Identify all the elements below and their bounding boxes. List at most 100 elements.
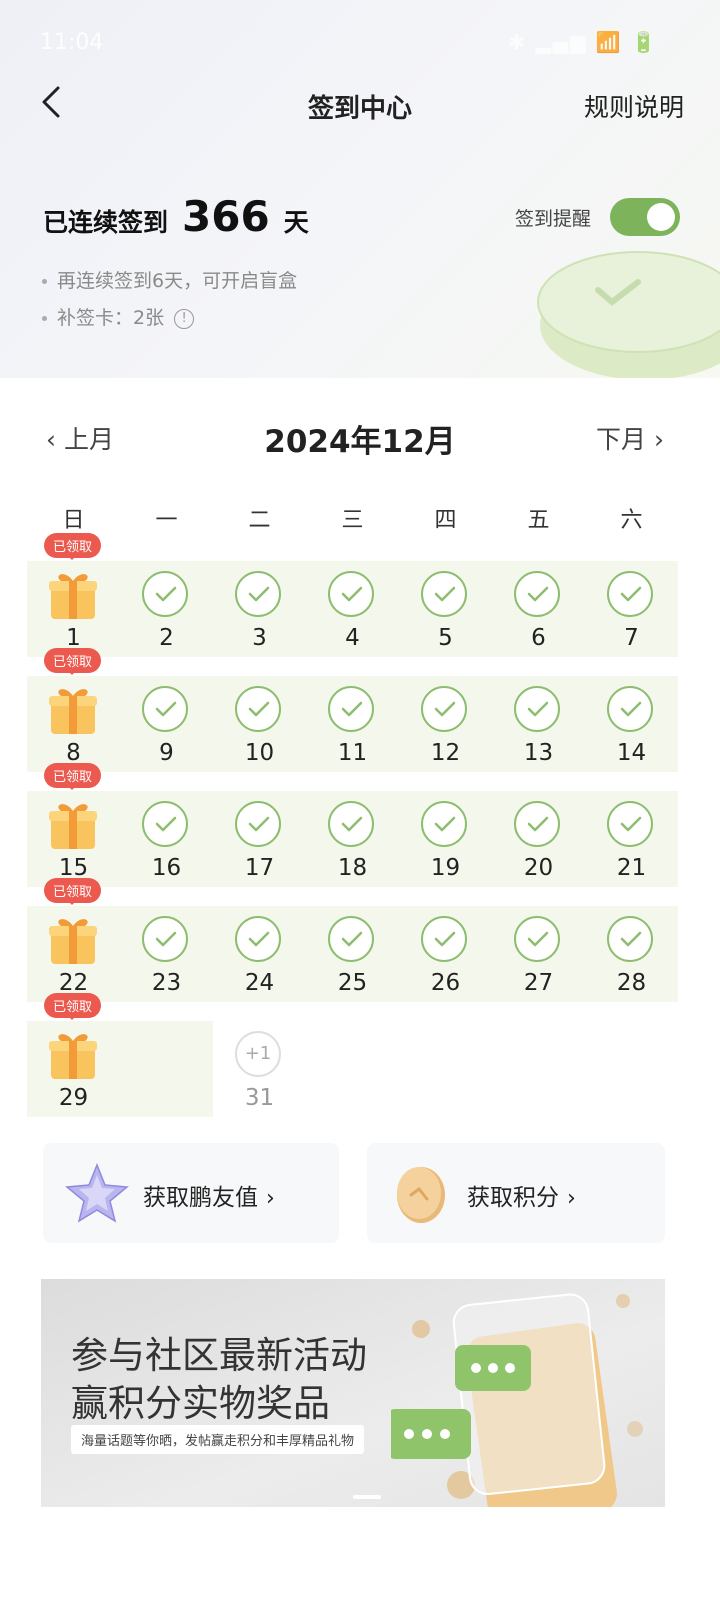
check-icon [235,801,281,847]
calendar-day-checked[interactable]: 23 [120,906,213,1018]
day-number: 23 [151,970,182,996]
info-icon[interactable]: ! [174,308,195,329]
tip-makeup-card: 补签卡：2张! [42,303,195,330]
tip-blind-box-text: 再连续签到6天，可开启盲盒 [57,270,298,292]
calendar-day-checked[interactable]: 10 [213,676,306,788]
day-number: 4 [345,625,360,651]
calendar-day-checked[interactable]: 26 [399,906,492,1018]
claimed-badge: 已领取 [44,533,102,560]
calendar-day-checked[interactable]: 20 [492,791,585,903]
check-icon [235,916,281,962]
phone-chat-illustration [391,1293,643,1507]
check-icon [421,801,467,847]
claimed-badge: 已领取 [44,648,102,675]
gift-box-icon [47,569,99,625]
check-icon [607,801,653,847]
calendar-day-checked[interactable]: 25 [306,906,399,1018]
check-icon [421,686,467,732]
day-number: 10 [244,740,275,766]
calendar-day-checked[interactable]: 17 [213,791,306,903]
claimed-badge: 已领取 [44,763,102,790]
calendar-day-checked[interactable]: 28 [585,906,678,1018]
calendar-day-checked[interactable]: 24 [213,906,306,1018]
calendar-day-gift[interactable]: 已领取 29 [27,993,120,1133]
streak-summary: 已连续签到 366 天 [43,192,309,241]
bullet-dot [42,316,47,321]
check-icon [142,571,188,617]
activity-banner[interactable]: 参与社区最新活动 赢积分实物奖品 海量话题等你晒，发帖赢走积分和丰厚精品礼物 [41,1279,665,1507]
calendar-day-checked[interactable]: 14 [585,676,678,788]
gift-box-icon [47,1029,99,1085]
calendar-day-checked[interactable]: 2 [120,561,213,673]
check-icon [607,916,653,962]
check-icon [421,916,467,962]
check-icon [328,916,374,962]
check-icon [142,916,188,962]
calendar-day-checked[interactable]: 19 [399,791,492,903]
calendar-day-checked[interactable]: 27 [492,906,585,1018]
chevron-right-icon: › [266,1186,275,1211]
streak-prefix: 已连续签到 [43,208,169,237]
weekday-label: 六 [620,508,643,533]
gift-box-icon [47,684,99,740]
calendar-day-checked[interactable]: 4 [306,561,399,673]
weekday-label: 日 [62,508,85,533]
rules-link[interactable]: 规则说明 [584,88,684,124]
day-number: 14 [616,740,647,766]
claimed-badge: 已领取 [44,993,102,1020]
day-number: 31 [244,1085,275,1111]
get-friend-value-card[interactable]: 获取鹏友值 › [43,1143,339,1243]
status-icons: ✱ ▂▄▆ 📶 🔋 [508,30,658,54]
day-number: 21 [616,855,647,881]
calendar-day-checked[interactable]: 21 [585,791,678,903]
calendar-day-checked[interactable]: 7 [585,561,678,673]
day-number: 28 [616,970,647,996]
reminder-toggle[interactable] [610,198,680,236]
check-icon [235,686,281,732]
calendar-day-checked[interactable]: 5 [399,561,492,673]
weekday-header: 日 一 二 三 四 五 六 [27,502,678,534]
day-number: 5 [438,625,453,651]
calendar-day-future[interactable]: +1 31 [213,1021,306,1133]
status-time: 11:04 [40,30,104,55]
calendar-day-checked[interactable]: 16 [120,791,213,903]
gift-box-icon [47,914,99,970]
day-number: 3 [252,625,267,651]
banner-title-line1: 参与社区最新活动 [71,1334,367,1377]
day-number: 2 [159,625,174,651]
day-number: 13 [523,740,554,766]
day-number: 9 [159,740,174,766]
gold-coin-icon [397,1167,445,1223]
check-icon [607,571,653,617]
calendar-day-checked[interactable]: 18 [306,791,399,903]
toggle-knob [647,203,675,231]
calendar-day-checked[interactable]: 11 [306,676,399,788]
day-number: 29 [58,1085,89,1111]
calendar-day-checked[interactable]: 9 [120,676,213,788]
check-icon [142,686,188,732]
check-icon [514,801,560,847]
weekday-label: 三 [341,508,364,533]
check-icon [142,801,188,847]
reminder-label: 签到提醒 [515,208,592,230]
check-icon [514,916,560,962]
carousel-indicator[interactable] [353,1495,381,1499]
calendar-day-checked[interactable]: 3 [213,561,306,673]
weekday-label: 二 [248,508,271,533]
check-icon [328,571,374,617]
day-number: 7 [624,625,639,651]
get-friend-value-label: 获取鹏友值 › [143,1178,275,1212]
calendar-day-checked[interactable]: 13 [492,676,585,788]
claimed-badge: 已领取 [44,878,102,905]
next-month-button[interactable]: 下月 › [596,420,664,456]
calendar-day-checked[interactable]: 12 [399,676,492,788]
star-gem-icon [65,1162,129,1223]
check-icon [514,686,560,732]
tip-makeup-card-text: 补签卡：2张 [57,307,165,329]
month-navigation: ‹ 上月 2024年12月 下月 › [0,412,720,462]
calendar-day-checked[interactable]: 6 [492,561,585,673]
check-icon [235,571,281,617]
next-month-label: 下月 [596,425,647,454]
day-number: 11 [337,740,368,766]
get-points-card[interactable]: 获取积分 › [367,1143,665,1243]
